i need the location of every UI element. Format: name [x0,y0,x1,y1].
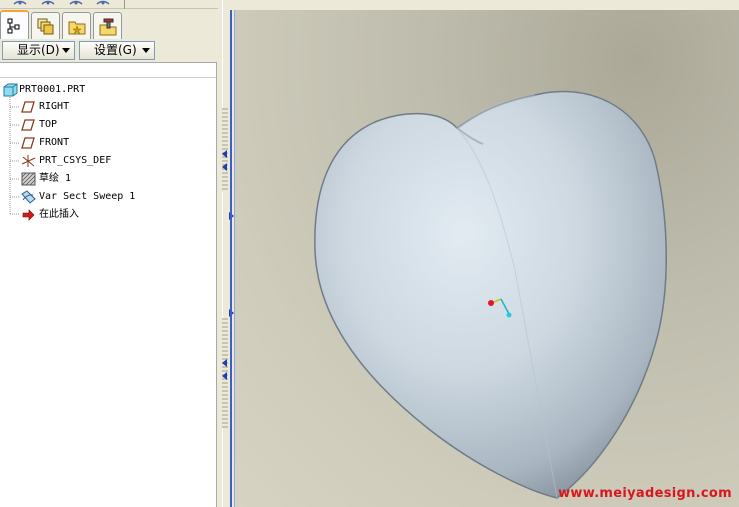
tree-item-label: 在此插入 [39,209,79,220]
watermark-text: www.meiyadesign.com [558,486,732,501]
tab-layers[interactable] [31,12,60,39]
tree-toolbar: 显示(D) 设置(G) [0,39,218,62]
datum-plane-icon [21,137,35,149]
view-icon[interactable] [68,0,84,6]
tab-model-tree[interactable] [0,10,29,39]
model-tree-icon [7,18,20,34]
layers-icon [37,18,54,35]
tree-item-label: 草绘 1 [39,173,72,184]
show-dropdown-button[interactable]: 显示(D) [2,41,75,60]
tree-item-label: PRT_CSYS_DEF [39,155,112,166]
collapse-left-icon[interactable] [222,163,227,171]
chevron-down-icon [142,48,150,53]
sketch-icon [21,172,36,186]
toolbar-separator [124,0,125,9]
heart-solid-model[interactable] [235,10,739,507]
settings-label: 设置(G) [94,43,137,57]
collapse-left-icon[interactable] [222,359,227,367]
model-tree-panel: 显示(D) 设置(G) PRT0001.PRT RIGHT TOP FRONT … [0,0,218,507]
view-icon[interactable] [95,0,111,6]
tree-item-label: PRT0001.PRT [19,84,86,95]
model-tree: PRT0001.PRT RIGHT TOP FRONT PRT_CSYS_DEF [0,62,217,507]
tools-icon [99,18,117,36]
datum-plane-icon [21,101,35,113]
view-icon[interactable] [12,0,28,6]
tree-item-label: Var Sect Sweep 1 [39,191,136,202]
view-icon[interactable] [40,0,56,6]
datum-plane-icon [21,119,35,131]
tree-item-label: TOP [39,119,58,130]
collapse-left-icon[interactable] [222,150,227,158]
show-label: 显示(D) [17,43,60,57]
coordinate-system-icon [21,155,36,167]
top-toolbar-strip [0,0,218,9]
favorites-folder-icon [68,21,86,35]
graphics-window-border [230,10,232,507]
graphics-viewport[interactable]: www.meiyadesign.com [235,10,739,507]
chevron-down-icon [62,48,70,53]
sweep-icon [21,190,36,204]
tab-tools[interactable] [93,12,122,39]
tree-item-label: RIGHT [39,101,70,112]
insert-here-arrow-icon [22,209,35,221]
tree-item-label: FRONT [39,137,70,148]
tab-favorites[interactable] [62,12,91,39]
part-icon [3,83,18,97]
settings-dropdown-button[interactable]: 设置(G) [79,41,155,60]
navigator-tabs [0,10,218,39]
splitter-highlight [222,0,223,507]
collapse-left-icon[interactable] [222,372,227,380]
heart-surface[interactable] [314,90,667,499]
